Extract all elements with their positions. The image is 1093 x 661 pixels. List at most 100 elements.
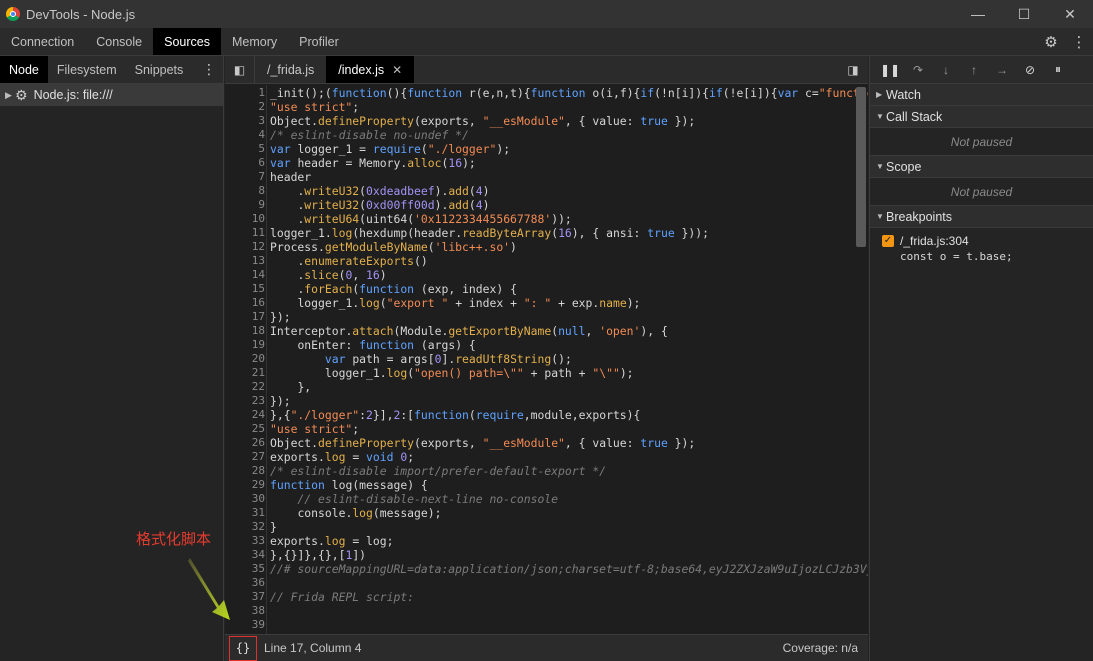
line-number[interactable]: 32 <box>225 520 265 534</box>
line-number[interactable]: 15 <box>225 282 265 296</box>
line-number[interactable]: 33 <box>225 534 265 548</box>
step-over-icon[interactable]: ↷ <box>904 63 932 77</box>
more-menu-icon[interactable]: ⋮ <box>1065 33 1093 51</box>
settings-gear-icon[interactable]: ⚙ <box>1037 33 1065 51</box>
line-number[interactable]: 27 <box>225 450 265 464</box>
nav-tab-node[interactable]: Node <box>0 56 48 83</box>
breakpoint-checkbox[interactable]: ✓ <box>882 235 894 247</box>
line-number[interactable]: 20 <box>225 352 265 366</box>
editor-tab-frida[interactable]: /_frida.js <box>255 56 326 83</box>
line-number[interactable]: 18 <box>225 324 265 338</box>
code-line[interactable]: 9 .writeU32(0xd00ff00d).add(4) <box>258 198 855 212</box>
line-number[interactable]: 28 <box>225 464 265 478</box>
line-number[interactable]: 6 <box>225 156 265 170</box>
code-line[interactable]: 3 Object.defineProperty(exports, "__esMod… <box>258 114 855 128</box>
breakpoints-header[interactable]: ▼ Breakpoints <box>870 206 1093 228</box>
tab-connection[interactable]: Connection <box>0 28 85 55</box>
code-line[interactable]: 39 <box>252 618 855 632</box>
code-line[interactable]: 10 .writeU64(uint64('0x1122334455667788'… <box>252 212 855 226</box>
code-area[interactable]: 1 _init();(function(){function r(e,n,t){f… <box>225 85 868 634</box>
line-number[interactable]: 3 <box>225 114 265 128</box>
close-tab-icon[interactable]: ✕ <box>392 63 402 77</box>
line-number[interactable]: 23 <box>225 394 265 408</box>
line-number[interactable]: 21 <box>225 366 265 380</box>
code-line[interactable]: 37// Frida REPL script: <box>252 590 855 604</box>
line-number[interactable]: 24 <box>225 408 265 422</box>
line-number[interactable]: 26 <box>225 436 265 450</box>
line-number[interactable]: 25 <box>225 422 265 436</box>
code-line[interactable]: 35//# sourceMappingURL=data:application/… <box>252 562 868 576</box>
nav-tab-snippets[interactable]: Snippets <box>126 56 193 83</box>
code-line[interactable]: 1 _init();(function(){function r(e,n,t){f… <box>258 86 868 100</box>
code-line[interactable]: 11 logger_1.log(hexdump(header.readByteAr… <box>252 226 855 240</box>
code-line[interactable]: 27 exports.log = void 0; <box>252 450 855 464</box>
code-line[interactable]: 33 exports.log = log; <box>252 534 855 548</box>
line-number[interactable]: 12 <box>225 240 265 254</box>
line-number[interactable]: 16 <box>225 296 265 310</box>
nav-tab-filesystem[interactable]: Filesystem <box>48 56 126 83</box>
code-line[interactable]: 14 .slice(0, 16) <box>252 268 855 282</box>
line-number[interactable]: 14 <box>225 268 265 282</box>
line-number[interactable]: 7 <box>225 170 265 184</box>
breakpoint-location[interactable]: /_frida.js:304 <box>900 234 969 248</box>
code-line[interactable]: 25 "use strict"; <box>252 422 855 436</box>
line-number[interactable]: 10 <box>225 212 265 226</box>
breakpoint-item[interactable]: ✓ /_frida.js:304 const o = t.base; <box>870 228 1093 263</box>
tree-item-nodejs[interactable]: ▶ ⚙ Node.js: file:/// <box>0 84 223 106</box>
code-line[interactable]: 16 logger_1.log("export " + index + ": "… <box>252 296 855 310</box>
code-line[interactable]: 34},{}]},{},[1]) <box>252 548 855 562</box>
code-line[interactable]: 28/* eslint-disable import/prefer-defaul… <box>252 464 855 478</box>
code-line[interactable]: 30 // eslint-disable-next-line no-consol… <box>252 492 855 506</box>
code-line[interactable]: 15 .forEach(function (exp, index) { <box>252 282 855 296</box>
pause-icon[interactable]: ❚❚ <box>876 63 904 77</box>
expand-arrow-icon[interactable]: ▶ <box>5 90 15 101</box>
step-into-icon[interactable]: ↓ <box>932 63 960 77</box>
code-line[interactable]: 2 "use strict"; <box>258 100 855 114</box>
code-line[interactable]: 8 .writeU32(0xdeadbeef).add(4) <box>258 184 855 198</box>
step-icon[interactable]: → <box>988 63 1016 77</box>
code-lines[interactable]: 1 _init();(function(){function r(e,n,t){f… <box>252 86 868 632</box>
scope-header[interactable]: ▼ Scope <box>870 156 1093 178</box>
line-number[interactable]: 9 <box>225 198 265 212</box>
editor-tab-index[interactable]: /index.js ✕ <box>326 56 415 83</box>
vertical-scrollbar[interactable] <box>856 87 866 247</box>
nav-more-icon[interactable]: ⋮ <box>195 56 223 83</box>
call-stack-header[interactable]: ▼ Call Stack <box>870 106 1093 128</box>
code-line[interactable]: 22 }, <box>252 380 855 394</box>
code-line[interactable]: 5 var logger_1 = require("./logger"); <box>258 142 855 156</box>
code-line[interactable]: 20 var path = args[0].readUtf8String(); <box>252 352 855 366</box>
line-number[interactable]: 19 <box>225 338 265 352</box>
code-line[interactable]: 36 <box>252 576 855 590</box>
code-line[interactable]: 4/* eslint-disable no-undef */ <box>258 128 855 142</box>
line-number[interactable]: 30 <box>225 492 265 506</box>
line-number[interactable]: 17 <box>225 310 265 324</box>
line-number[interactable]: 29 <box>225 478 265 492</box>
code-line[interactable]: 38 <box>252 604 855 618</box>
tab-memory[interactable]: Memory <box>221 28 288 55</box>
line-number[interactable]: 22 <box>225 380 265 394</box>
code-line[interactable]: 21 logger_1.log("open() path=\"" + path … <box>252 366 855 380</box>
toggle-debugger-icon[interactable]: ◨ <box>838 56 868 83</box>
pretty-print-button[interactable]: {} <box>229 635 257 661</box>
code-line[interactable]: 7 header <box>258 170 855 184</box>
line-number[interactable]: 5 <box>225 142 265 156</box>
code-line[interactable]: 18 Interceptor.attach(Module.getExportByN… <box>252 324 855 338</box>
code-line[interactable]: 31 console.log(message); <box>252 506 855 520</box>
close-window-button[interactable]: ✕ <box>1047 0 1093 28</box>
watch-header[interactable]: ▶ Watch <box>870 84 1093 106</box>
tab-console[interactable]: Console <box>85 28 153 55</box>
code-line[interactable]: 13 .enumerateExports() <box>252 254 855 268</box>
code-line[interactable]: 24},{"./logger":2}],2:[function(require,… <box>252 408 855 422</box>
line-number[interactable]: 31 <box>225 506 265 520</box>
tab-profiler[interactable]: Profiler <box>288 28 350 55</box>
code-line[interactable]: 6 var header = Memory.alloc(16); <box>258 156 855 170</box>
code-line[interactable]: 23}); <box>252 394 855 408</box>
code-line[interactable]: 12 Process.getModuleByName('libc++.so') <box>252 240 855 254</box>
code-line[interactable]: 17}); <box>252 310 855 324</box>
maximize-button[interactable]: ☐ <box>1001 0 1047 28</box>
code-line[interactable]: 19 onEnter: function (args) { <box>252 338 855 352</box>
line-number[interactable]: 8 <box>225 184 265 198</box>
step-out-icon[interactable]: ↑ <box>960 63 988 77</box>
pause-on-exceptions-icon[interactable]: ⏸ <box>1044 62 1072 77</box>
code-line[interactable]: 26 Object.defineProperty(exports, "__esMo… <box>252 436 855 450</box>
